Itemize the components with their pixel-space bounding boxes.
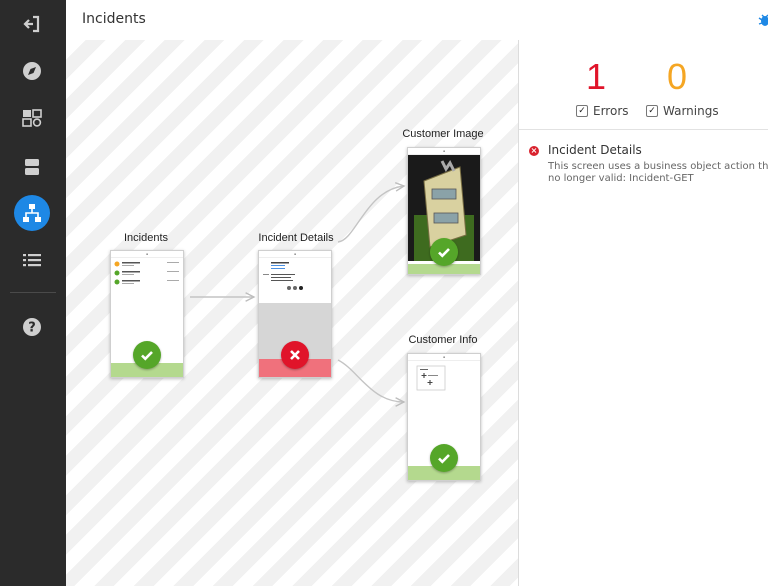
list-preview — [114, 261, 179, 285]
sidebar: ? — [0, 0, 66, 586]
help-icon: ? — [23, 318, 41, 336]
sidebar-divider — [10, 292, 56, 293]
card-header: ▪ — [408, 148, 480, 155]
card-header: ▪ — [408, 354, 480, 361]
warnings-count: 0 — [667, 56, 688, 97]
svg-text:?: ? — [28, 321, 36, 336]
node-label-incidents: Incidents — [123, 232, 169, 244]
panel-divider — [519, 129, 768, 130]
warnings-filter-checkbox[interactable]: ✓ Warnings — [646, 104, 719, 118]
issue-description-line: no longer valid: Incident-GET — [548, 173, 694, 184]
node-label-customer-info: Customer Info — [408, 334, 478, 346]
checkbox-check-icon: ✓ — [576, 105, 588, 117]
sidebar-item-dashboard[interactable] — [14, 100, 50, 136]
sidebar-item-flow[interactable] — [14, 195, 50, 231]
sidebar-item-exit[interactable] — [14, 6, 50, 42]
compass-icon — [23, 62, 41, 80]
sidebar-item-compass[interactable] — [14, 53, 50, 89]
node-label-incident-details: Incident Details — [258, 232, 334, 244]
card-header: ▪ — [259, 251, 331, 258]
issue-description-line: This screen uses a business object actio… — [548, 161, 768, 172]
card-header: ▪ — [111, 251, 183, 258]
bug-icon[interactable] — [758, 12, 768, 28]
issue-title[interactable]: Incident Details — [548, 143, 642, 157]
sitemap-icon — [23, 204, 41, 222]
dashboard-icon — [22, 109, 42, 127]
sidebar-item-help[interactable]: ? — [14, 309, 50, 345]
top-bar: Incidents — [66, 0, 768, 41]
info-preview — [416, 365, 446, 391]
check-icon — [430, 238, 458, 266]
errors-count: 1 — [586, 56, 607, 97]
list-icon — [23, 254, 41, 267]
screen-card-incidents[interactable]: ▪ — [110, 250, 184, 378]
errors-label: Errors — [593, 104, 629, 118]
issues-panel: 1 0 ✓ Errors ✓ Warnings × Incident Detai… — [519, 40, 768, 586]
page-title: Incidents — [82, 11, 146, 27]
screen-card-incident-details[interactable]: ▪ — [258, 250, 332, 378]
error-icon: × — [529, 146, 539, 156]
flow-canvas[interactable]: Incidents ▪ Incident Details ▪ Customer … — [66, 40, 519, 586]
check-icon — [133, 341, 161, 369]
warnings-label: Warnings — [663, 104, 719, 118]
connector-details-info — [337, 359, 404, 402]
database-icon — [25, 159, 39, 175]
sidebar-item-list[interactable] — [14, 242, 50, 278]
screen-card-customer-image[interactable]: ▪ — [407, 147, 481, 275]
exit-icon — [23, 15, 40, 33]
details-preview — [263, 262, 303, 290]
errors-filter-checkbox[interactable]: ✓ Errors — [576, 104, 629, 118]
issue-description: This screen uses a business object actio… — [548, 161, 768, 185]
check-icon — [430, 444, 458, 472]
screen-card-customer-info[interactable]: ▪ — [407, 353, 481, 481]
connector-details-image — [337, 186, 404, 243]
sidebar-item-database[interactable] — [14, 149, 50, 185]
node-label-customer-image: Customer Image — [402, 128, 484, 140]
checkbox-check-icon: ✓ — [646, 105, 658, 117]
error-x-icon — [281, 341, 309, 369]
